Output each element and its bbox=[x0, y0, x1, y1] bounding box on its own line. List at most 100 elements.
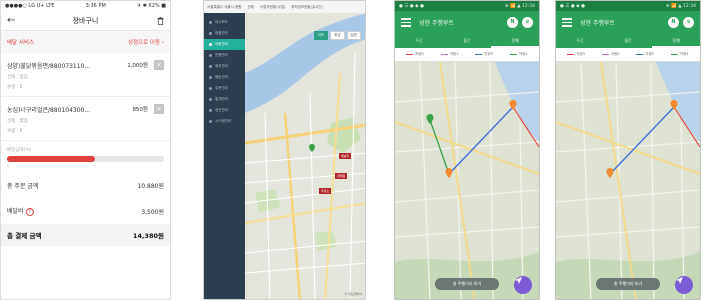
legend-swatch bbox=[636, 53, 644, 56]
north-button[interactable]: N bbox=[668, 17, 679, 28]
delivery-fee-value: 3,500원 bbox=[141, 208, 164, 216]
legend-item: 차량2 bbox=[440, 52, 459, 57]
sidebar-item[interactable]: 현황관리 bbox=[204, 28, 245, 39]
bullet-icon bbox=[209, 109, 212, 112]
sidebar-item-label: 운행관리 bbox=[215, 53, 228, 57]
remove-item-button[interactable]: × bbox=[154, 104, 164, 114]
route-map-screen: ● ☰ ● ◆ ● ⊕ 📶 ▲ 12:34 성현 주행루트 N ⊙ 주간 월간 … bbox=[394, 0, 540, 300]
sidebar-item[interactable]: 배송관리 bbox=[204, 72, 245, 83]
legend-swatch bbox=[406, 53, 414, 56]
status-icons: ● ☰ ● ◆ ● bbox=[560, 3, 585, 9]
sidebar-item-label: 차량관리 bbox=[215, 42, 228, 46]
sidebar-item[interactable]: 운행관리 bbox=[204, 50, 245, 61]
map-type-button[interactable]: 위성 bbox=[330, 31, 345, 40]
tab-all[interactable]: 전체 bbox=[491, 34, 539, 48]
delivery-fee-label: 배달비 bbox=[7, 208, 24, 215]
map-type-button[interactable]: 일반 bbox=[346, 31, 361, 40]
legend-label: 차량1 bbox=[415, 52, 425, 56]
status-indicators: ⊕ 📶 ▲ 12:34 bbox=[504, 3, 535, 9]
north-button[interactable]: N bbox=[507, 17, 518, 28]
delivery-service-bar: 배달 서비스 상점으로 이동 › bbox=[1, 31, 170, 53]
route-map-canvas[interactable]: 총 주행거리 보기 bbox=[395, 62, 539, 299]
map-marker-label[interactable]: 판매점 bbox=[335, 173, 348, 179]
status-bar: ●●●●○ LG U+ LTE 3:36 PM ✈ ✱ 62% ■ bbox=[1, 1, 170, 11]
sidebar-item-active[interactable]: 차량관리 bbox=[204, 39, 245, 50]
map-marker-label[interactable]: 주유소 bbox=[319, 188, 332, 194]
map-marker-pin[interactable] bbox=[309, 137, 315, 156]
legend-swatch bbox=[440, 53, 448, 56]
trash-icon[interactable] bbox=[152, 16, 164, 25]
tab-monthly[interactable]: 월간 bbox=[443, 34, 491, 48]
item-price: 1,000원 bbox=[127, 63, 148, 69]
map-marker-label[interactable]: 배송지 bbox=[339, 153, 352, 159]
bullet-icon bbox=[209, 76, 212, 79]
bullet-icon bbox=[209, 120, 212, 123]
legend-swatch bbox=[475, 53, 483, 56]
menu-icon[interactable] bbox=[401, 18, 411, 27]
sidebar-item[interactable]: 위치관리 bbox=[204, 61, 245, 72]
sidebar-item[interactable]: 통계관리 bbox=[204, 94, 245, 105]
go-to-store-link[interactable]: 상점으로 이동 › bbox=[128, 38, 164, 46]
navigation-icon[interactable] bbox=[514, 276, 532, 294]
location-button[interactable]: ⊙ bbox=[683, 17, 694, 28]
help-icon[interactable]: ? bbox=[25, 208, 34, 216]
web-map-canvas[interactable]: 지도 위성 일반 배송지 판매점 주유소 © 지도데이터 bbox=[244, 13, 365, 299]
bullet-icon bbox=[209, 65, 212, 68]
delivery-progress: 배달금액(%) 0 bbox=[1, 141, 170, 168]
grand-total-value: 14,380원 bbox=[132, 232, 164, 240]
tab-weekly[interactable]: 주간 bbox=[556, 34, 604, 48]
bullet-icon bbox=[209, 98, 212, 101]
item-name: 삼양)불닭볶음면/880073110... bbox=[7, 62, 91, 70]
progress-bar bbox=[7, 156, 164, 162]
item-quantity: 수량 : 6 bbox=[7, 129, 23, 134]
sidebar-item[interactable]: 정산관리 bbox=[204, 105, 245, 116]
order-total-value: 10,880원 bbox=[137, 182, 164, 190]
grand-total-row: 총 결제 금액 14,380원 bbox=[1, 224, 170, 246]
legend-label: 차량4 bbox=[518, 52, 528, 56]
map-type-button[interactable]: 지도 bbox=[313, 31, 329, 40]
sidebar-item-label: 위치관리 bbox=[215, 64, 228, 68]
app-title: 성현 주행루트 bbox=[580, 20, 616, 27]
item-option: 선택 : 없음 bbox=[7, 75, 28, 80]
route-map-canvas[interactable]: 총 주행거리 보기 bbox=[556, 62, 700, 299]
route-summary-button[interactable]: 총 주행거리 보기 bbox=[596, 278, 660, 290]
tab-all[interactable]: 전체 bbox=[652, 34, 700, 48]
period-tabs: 주간 월간 전체 bbox=[395, 34, 539, 48]
status-bar: ● ☰ ● ◆ ● ⊕ 📶 ▲ 12:34 bbox=[395, 1, 539, 11]
top-tab[interactable]: 서울특별시 서울시 종합 bbox=[207, 5, 241, 10]
item-option: 선택 : 없음 bbox=[7, 119, 28, 124]
cart-header: ← 장바구니 bbox=[1, 11, 170, 31]
legend-label: 차량2 bbox=[610, 52, 620, 56]
sidebar-item[interactable]: 시스템관리 bbox=[204, 116, 245, 127]
tab-weekly[interactable]: 주간 bbox=[395, 34, 443, 48]
legend-label: 차량3 bbox=[484, 52, 494, 56]
tab-monthly[interactable]: 월간 bbox=[604, 34, 652, 48]
top-tab[interactable]: 관제 bbox=[247, 5, 253, 10]
location-button[interactable]: ⊙ bbox=[522, 17, 533, 28]
progress-label: 배달금액(%) bbox=[7, 148, 32, 153]
sidebar-item[interactable]: 주문관리 bbox=[204, 83, 245, 94]
period-tabs: 주간 월간 전체 bbox=[556, 34, 700, 48]
top-tab[interactable]: 사업자현황(사업) bbox=[260, 5, 285, 10]
cart-screen: ●●●●○ LG U+ LTE 3:36 PM ✈ ✱ 62% ■ ← 장바구니… bbox=[0, 0, 171, 300]
legend-label: 차량2 bbox=[449, 52, 459, 56]
menu-icon[interactable] bbox=[562, 18, 572, 27]
order-total-label: 총 주문 금액 bbox=[7, 182, 39, 190]
bullet-icon bbox=[209, 21, 212, 24]
map-attribution: © 지도데이터 bbox=[344, 292, 362, 296]
remove-item-button[interactable]: × bbox=[154, 60, 164, 70]
top-tab[interactable]: 위치정보현황(실시간) bbox=[291, 5, 323, 10]
sidebar-item-label: 시스템관리 bbox=[215, 119, 232, 123]
route-summary-button[interactable]: 총 주행거리 보기 bbox=[435, 278, 499, 290]
order-total-row: 총 주문 금액 10,880원 bbox=[1, 172, 170, 198]
legend-swatch bbox=[670, 53, 678, 56]
sidebar-item-label: 통계관리 bbox=[215, 97, 228, 101]
cart-item: 삼양)불닭볶음면/880073110... 1,000원 × 선택 : 없음 수… bbox=[1, 53, 170, 97]
navigation-icon[interactable] bbox=[675, 276, 693, 294]
legend-label: 차량4 bbox=[679, 52, 689, 56]
back-arrow-icon[interactable]: ← bbox=[7, 15, 19, 26]
app-bar: 성현 주행루트 N ⊙ bbox=[395, 11, 539, 34]
app-bar: 성현 주행루트 N ⊙ bbox=[556, 11, 700, 34]
sidebar-item[interactable]: 대시보드 bbox=[204, 17, 245, 28]
bullet-icon bbox=[209, 54, 212, 57]
